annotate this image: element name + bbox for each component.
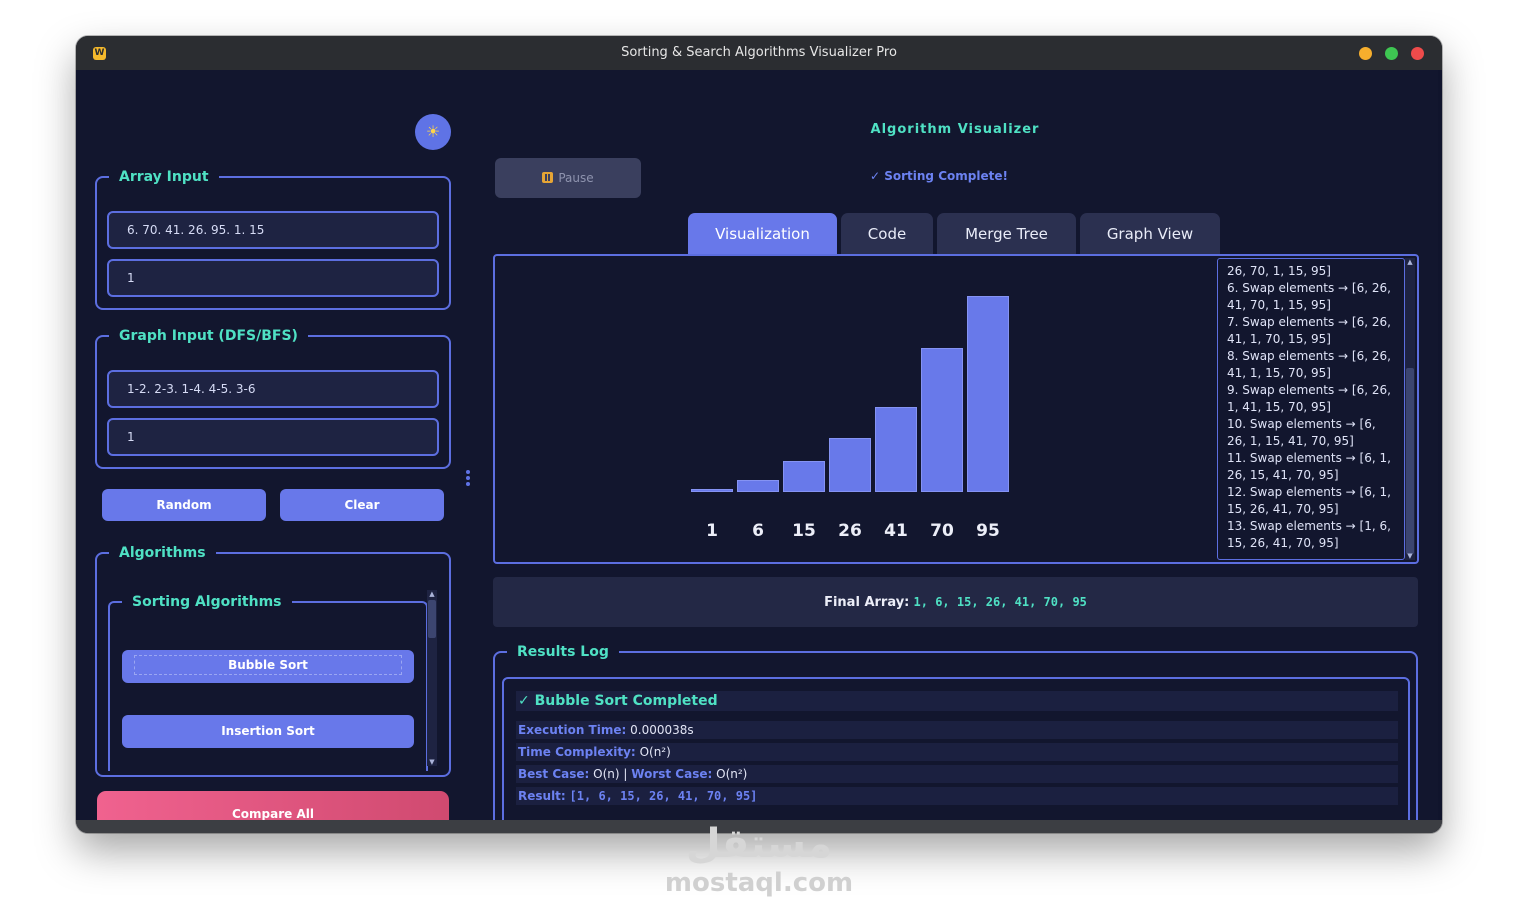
result-heading: ✓ Bubble Sort Completed <box>516 691 1398 711</box>
case-complexity-row: Best Case: O(n) | Worst Case: O(n²) <box>516 765 1398 783</box>
step-line: 7. Swap elements → [6, 26, 41, 1, 70, 15… <box>1227 315 1391 346</box>
step-line: 11. Swap elements → [6, 1, 26, 15, 41, 7… <box>1227 451 1391 482</box>
step-line: 10. Swap elements → [6, 26, 1, 15, 41, 7… <box>1227 417 1376 448</box>
clear-button[interactable]: Clear <box>280 489 444 521</box>
array-input-title: Array Input <box>109 167 219 187</box>
bubble-sort-button[interactable]: Bubble Sort <box>122 650 414 683</box>
scroll-up-icon[interactable]: ▲ <box>427 590 437 598</box>
results-log-title: Results Log <box>507 642 619 662</box>
title-bar: W Sorting & Search Algorithms Visualizer… <box>76 36 1442 70</box>
panel-splitter-handle[interactable] <box>466 470 470 488</box>
algorithms-scrollbar[interactable]: ▲ ▼ <box>427 590 437 766</box>
worst-case-value: O(n²) <box>716 767 748 781</box>
scrollbar-thumb[interactable] <box>1406 368 1414 554</box>
results-entry: ✓ Bubble Sort Completed Execution Time: … <box>502 677 1410 827</box>
scroll-up-icon[interactable]: ▲ <box>1405 258 1415 266</box>
app-window: W Sorting & Search Algorithms Visualizer… <box>76 36 1442 833</box>
scroll-down-icon[interactable]: ▼ <box>427 758 437 766</box>
pause-label: Pause <box>558 171 594 185</box>
step-line: 8. Swap elements → [6, 26, 41, 1, 15, 70… <box>1227 349 1391 380</box>
bar-26 <box>829 438 871 492</box>
result-row: Result: [1, 6, 15, 26, 41, 70, 95] <box>516 787 1398 805</box>
graph-input-title: Graph Input (DFS/BFS) <box>109 326 308 346</box>
graph-input-group: Graph Input (DFS/BFS) 1-2. 2-3. 1-4. 4-5… <box>95 326 451 469</box>
bar-label: 6 <box>752 521 764 541</box>
watermark-arabic: مستقل <box>685 821 833 867</box>
bar-chart: 1 6 15 26 41 70 95 <box>495 256 1215 562</box>
final-array-label: Final Array: <box>824 595 910 610</box>
maximize-button[interactable] <box>1385 47 1398 60</box>
window-title: Sorting & Search Algorithms Visualizer P… <box>621 45 897 60</box>
scroll-down-icon[interactable]: ▼ <box>1405 552 1415 560</box>
tab-merge-tree[interactable]: Merge Tree <box>937 213 1076 255</box>
tab-visualization[interactable]: Visualization <box>688 213 837 255</box>
visualization-panel: 1 6 15 26 41 70 95 26, 70, 1, 15, 95] 6. Swap e… <box>493 254 1419 564</box>
bar-6 <box>737 479 779 492</box>
bar-label: 41 <box>884 521 908 541</box>
time-complexity-row: Time Complexity: O(n²) <box>516 743 1398 761</box>
array-input-field[interactable]: 6. 70. 41. 26. 95. 1. 15 <box>107 211 439 249</box>
tab-code[interactable]: Code <box>841 213 933 255</box>
tab-graph-view[interactable]: Graph View <box>1080 213 1220 255</box>
bar-95 <box>967 296 1009 492</box>
time-complexity-label: Time Complexity: <box>518 745 636 759</box>
random-button[interactable]: Random <box>102 489 266 521</box>
step-line: 6. Swap elements → [6, 26, 41, 70, 1, 15… <box>1227 281 1391 312</box>
steps-log: 26, 70, 1, 15, 95] 6. Swap elements → [6,… <box>1217 258 1405 560</box>
result-value: [1, 6, 15, 26, 41, 70, 95] <box>569 789 758 803</box>
scrollbar-thumb[interactable] <box>428 600 436 638</box>
bar-label: 26 <box>838 521 862 541</box>
sorting-algorithms-title: Sorting Algorithms <box>122 592 292 612</box>
graph-start-node-field[interactable]: 1 <box>107 418 439 456</box>
result-label: Result: <box>518 789 566 803</box>
execution-time-value: 0.000038s <box>630 723 694 737</box>
best-case-label: Best Case: <box>518 767 590 781</box>
bar-1 <box>691 489 733 492</box>
theme-toggle-button[interactable]: ☀ <box>415 114 451 150</box>
search-target-field[interactable]: 1 <box>107 259 439 297</box>
bubble-sort-label: Bubble Sort <box>134 655 402 675</box>
worst-case-label: Worst Case: <box>631 767 713 781</box>
watermark-text: mostaql.com <box>664 868 854 898</box>
step-line: 26, 70, 1, 15, 95] <box>1227 264 1331 278</box>
step-line: 9. Swap elements → [6, 26, 1, 41, 15, 70… <box>1227 383 1391 414</box>
step-line: 13. Swap elements → [1, 6, 15, 26, 41, 7… <box>1227 519 1391 550</box>
bar-label: 1 <box>706 521 718 541</box>
bar-label: 95 <box>976 521 1000 541</box>
bar-70 <box>921 347 963 492</box>
results-log-group: Results Log ✓ Bubble Sort Completed Exec… <box>493 642 1418 833</box>
array-input-group: Array Input 6. 70. 41. 26. 95. 1. 15 1 <box>95 167 451 310</box>
bar-label: 15 <box>792 521 816 541</box>
execution-time-label: Execution Time: <box>518 723 627 737</box>
insertion-sort-button[interactable]: Insertion Sort <box>122 715 414 748</box>
algorithms-group: Algorithms Sorting Algorithms Bubble Sor… <box>95 543 451 777</box>
sun-icon: ☀ <box>425 122 441 141</box>
app-content: ☀ Array Input 6. 70. 41. 26. 95. 1. 15 1… <box>80 70 1438 833</box>
final-array-value: 1, 6, 15, 26, 41, 70, 95 <box>913 595 1087 609</box>
bar-15 <box>783 461 825 492</box>
bar-label: 70 <box>930 521 954 541</box>
graph-edges-field[interactable]: 1-2. 2-3. 1-4. 4-5. 3-6 <box>107 370 439 408</box>
minimize-button[interactable] <box>1359 47 1372 60</box>
status-message: ✓ Sorting Complete! <box>870 169 1008 183</box>
steps-scrollbar[interactable]: ▲ ▼ <box>1405 258 1415 560</box>
sorting-algorithms-group: Sorting Algorithms Bubble Sort Insertion… <box>108 592 428 771</box>
algorithms-title: Algorithms <box>109 543 216 563</box>
execution-time-row: Execution Time: 0.000038s <box>516 721 1398 739</box>
separator: | <box>623 767 628 781</box>
step-line: 12. Swap elements → [6, 1, 15, 26, 41, 7… <box>1227 485 1391 516</box>
final-array-bar: Final Array: 1, 6, 15, 26, 41, 70, 95 <box>493 577 1418 627</box>
page-title: Algorithm Visualizer <box>870 122 1040 137</box>
pause-button[interactable]: Pause <box>495 158 641 198</box>
best-case-value: O(n) <box>593 767 620 781</box>
bar-41 <box>875 407 917 492</box>
pause-icon <box>542 172 554 183</box>
close-button[interactable] <box>1411 47 1424 60</box>
time-complexity-value: O(n²) <box>639 745 671 759</box>
